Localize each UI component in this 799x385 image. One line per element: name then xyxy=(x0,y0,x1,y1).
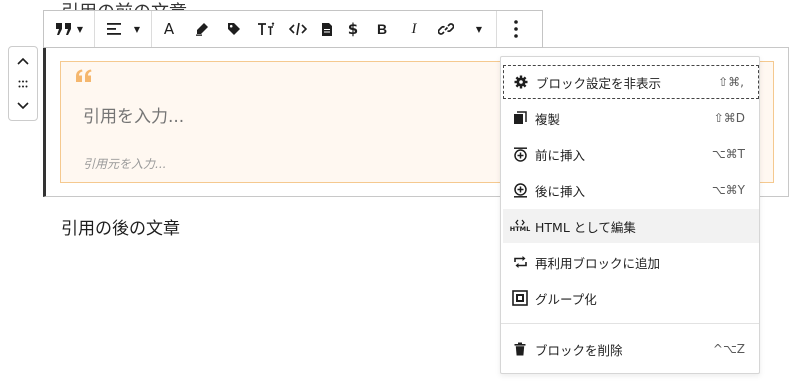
document-icon xyxy=(322,22,332,36)
code-icon xyxy=(289,22,307,36)
menu-divider xyxy=(501,323,759,324)
menu-item-shortcut: ⌥⌘Y xyxy=(711,183,745,197)
caret-down-icon: ▼ xyxy=(133,24,141,34)
more-options-button[interactable] xyxy=(497,11,535,47)
menu-item-label: ブロックを削除 xyxy=(535,342,623,358)
bold-button[interactable]: B xyxy=(366,11,398,47)
italic-button[interactable]: I xyxy=(398,11,430,47)
menu-item-label: 複製 xyxy=(535,111,561,127)
trash-icon xyxy=(511,340,529,358)
next-paragraph[interactable]: 引用の後の文章 xyxy=(61,214,180,239)
move-up-button[interactable] xyxy=(9,51,37,71)
alignment-group: ▼ xyxy=(95,11,152,47)
html-icon-text: HTML xyxy=(509,225,531,234)
caret-down-icon: ▼ xyxy=(475,24,483,34)
copy-icon xyxy=(511,109,529,127)
move-down-button[interactable] xyxy=(9,96,37,116)
menu-item-label: ブロック設定を非表示 xyxy=(536,75,662,91)
reusable-icon xyxy=(511,253,529,271)
menu-item-insert-before[interactable]: 前に挿入 ⌥⌘T xyxy=(503,137,759,171)
menu-item-remove-block[interactable]: ブロックを削除 ^⌥Z xyxy=(503,332,759,366)
highlight-button[interactable] xyxy=(186,11,218,47)
tag-button[interactable] xyxy=(218,11,250,47)
font-size-button[interactable] xyxy=(250,11,282,47)
menu-item-label: 再利用ブロックに追加 xyxy=(535,255,661,271)
align-button[interactable]: ▼ xyxy=(95,11,151,47)
bold-icon: B xyxy=(376,21,388,37)
tag-icon xyxy=(228,23,240,35)
insert-before-icon xyxy=(511,145,529,163)
more-rich-text-button[interactable]: ▼ xyxy=(462,11,496,47)
block-switcher-group: ▼ xyxy=(44,11,95,47)
menu-item-label: グループ化 xyxy=(535,291,597,307)
more-vertical-icon xyxy=(514,20,518,38)
menu-item-shortcut: ⇧⌘, xyxy=(718,75,744,89)
dollar-button[interactable]: $ xyxy=(340,11,366,47)
menu-item-label: 前に挿入 xyxy=(535,147,586,163)
chevron-down-icon xyxy=(17,102,29,110)
gear-icon xyxy=(512,73,530,91)
quote-mark-icon xyxy=(75,68,93,87)
link-button[interactable] xyxy=(430,11,462,47)
group-icon xyxy=(511,289,529,307)
quote-text-input[interactable]: 引用を入力... xyxy=(83,102,184,127)
drag-handle[interactable] xyxy=(9,74,37,94)
insert-after-icon xyxy=(511,181,529,199)
menu-item-shortcut: ⇧⌘D xyxy=(713,111,745,125)
block-options-menu: ブロック設定を非表示 ⇧⌘, 複製 ⇧⌘D 前に挿入 ⌥⌘T 後に挿入 ⌥⌘Y … xyxy=(500,56,760,374)
font-size-icon xyxy=(258,22,275,35)
html-icon: HTML xyxy=(509,217,531,235)
caret-down-icon: ▼ xyxy=(76,24,84,34)
menu-item-shortcut: ⌥⌘T xyxy=(711,147,745,161)
chevron-up-icon xyxy=(17,57,29,65)
block-type-switcher-button[interactable]: ▼ xyxy=(44,11,94,47)
inline-code-button[interactable] xyxy=(282,11,314,47)
block-mover xyxy=(8,46,38,121)
text-color-icon: A xyxy=(163,20,175,38)
text-color-button[interactable]: A xyxy=(152,11,186,47)
menu-item-duplicate[interactable]: 複製 ⇧⌘D xyxy=(503,101,759,135)
block-toolbar: ▼ ▼ A $ B I ▼ xyxy=(43,10,543,48)
format-group: A $ B I ▼ xyxy=(152,11,497,47)
menu-item-hide-block-settings[interactable]: ブロック設定を非表示 ⇧⌘, xyxy=(503,65,759,99)
align-left-icon xyxy=(106,23,121,35)
citation-input[interactable]: 引用元を入力... xyxy=(83,155,166,172)
menu-item-add-to-reusable[interactable]: 再利用ブロックに追加 xyxy=(503,245,759,279)
menu-item-insert-after[interactable]: 後に挿入 ⌥⌘Y xyxy=(503,173,759,207)
quote-icon xyxy=(55,23,71,35)
menu-item-edit-as-html[interactable]: HTML HTML として編集 xyxy=(503,209,759,243)
drag-handle-icon xyxy=(18,80,28,87)
menu-item-label: HTML として編集 xyxy=(535,219,636,235)
options-group xyxy=(497,11,535,47)
menu-item-label: 後に挿入 xyxy=(535,183,586,199)
highlighter-icon xyxy=(196,23,208,36)
document-button[interactable] xyxy=(314,11,340,47)
italic-icon: I xyxy=(411,20,417,37)
menu-item-shortcut: ^⌥Z xyxy=(712,342,745,356)
link-icon xyxy=(438,23,454,35)
dollar-icon: $ xyxy=(347,20,359,38)
menu-item-group[interactable]: グループ化 xyxy=(503,281,759,315)
